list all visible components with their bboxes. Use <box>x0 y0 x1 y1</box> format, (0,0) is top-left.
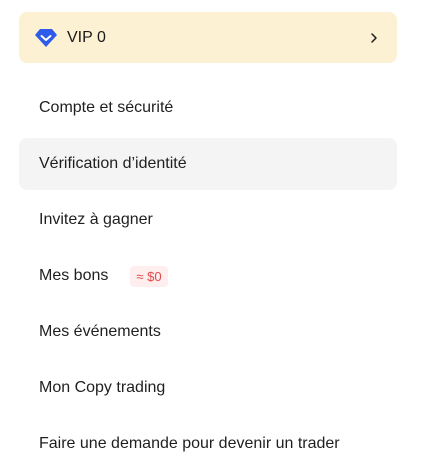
menu-item-invite-earn[interactable]: Invitez à gagner <box>19 194 397 246</box>
vip-level-banner[interactable]: VIP 0 <box>19 12 397 63</box>
menu-item-label: Mes événements <box>39 323 161 340</box>
diamond-icon <box>33 27 59 49</box>
vip-level-label: VIP 0 <box>67 28 106 46</box>
menu-item-my-vouchers[interactable]: Mes bons ≈ $0 <box>19 250 397 302</box>
menu-item-account-security[interactable]: Compte et sécurité <box>19 82 397 134</box>
menu-item-label: Faire une demande pour devenir un trader <box>39 435 340 452</box>
menu-item-label: Invitez à gagner <box>39 211 153 228</box>
menu-item-label: Compte et sécurité <box>39 99 174 116</box>
menu-item-label: Vérification d’identité <box>39 155 187 172</box>
menu-item-identity-verification[interactable]: Vérification d’identité <box>19 138 397 190</box>
menu-item-my-events[interactable]: Mes événements <box>19 306 397 358</box>
voucher-value-badge: ≈ $0 <box>130 265 168 287</box>
chevron-right-icon <box>367 31 381 45</box>
menu-item-copy-trading[interactable]: Mon Copy trading <box>19 362 397 414</box>
account-menu: Compte et sécurité Vérification d’identi… <box>19 82 397 474</box>
menu-item-label: Mes bons <box>39 267 109 284</box>
menu-item-label: Mon Copy trading <box>39 379 166 396</box>
menu-item-become-trader[interactable]: Faire une demande pour devenir un trader <box>19 418 397 470</box>
